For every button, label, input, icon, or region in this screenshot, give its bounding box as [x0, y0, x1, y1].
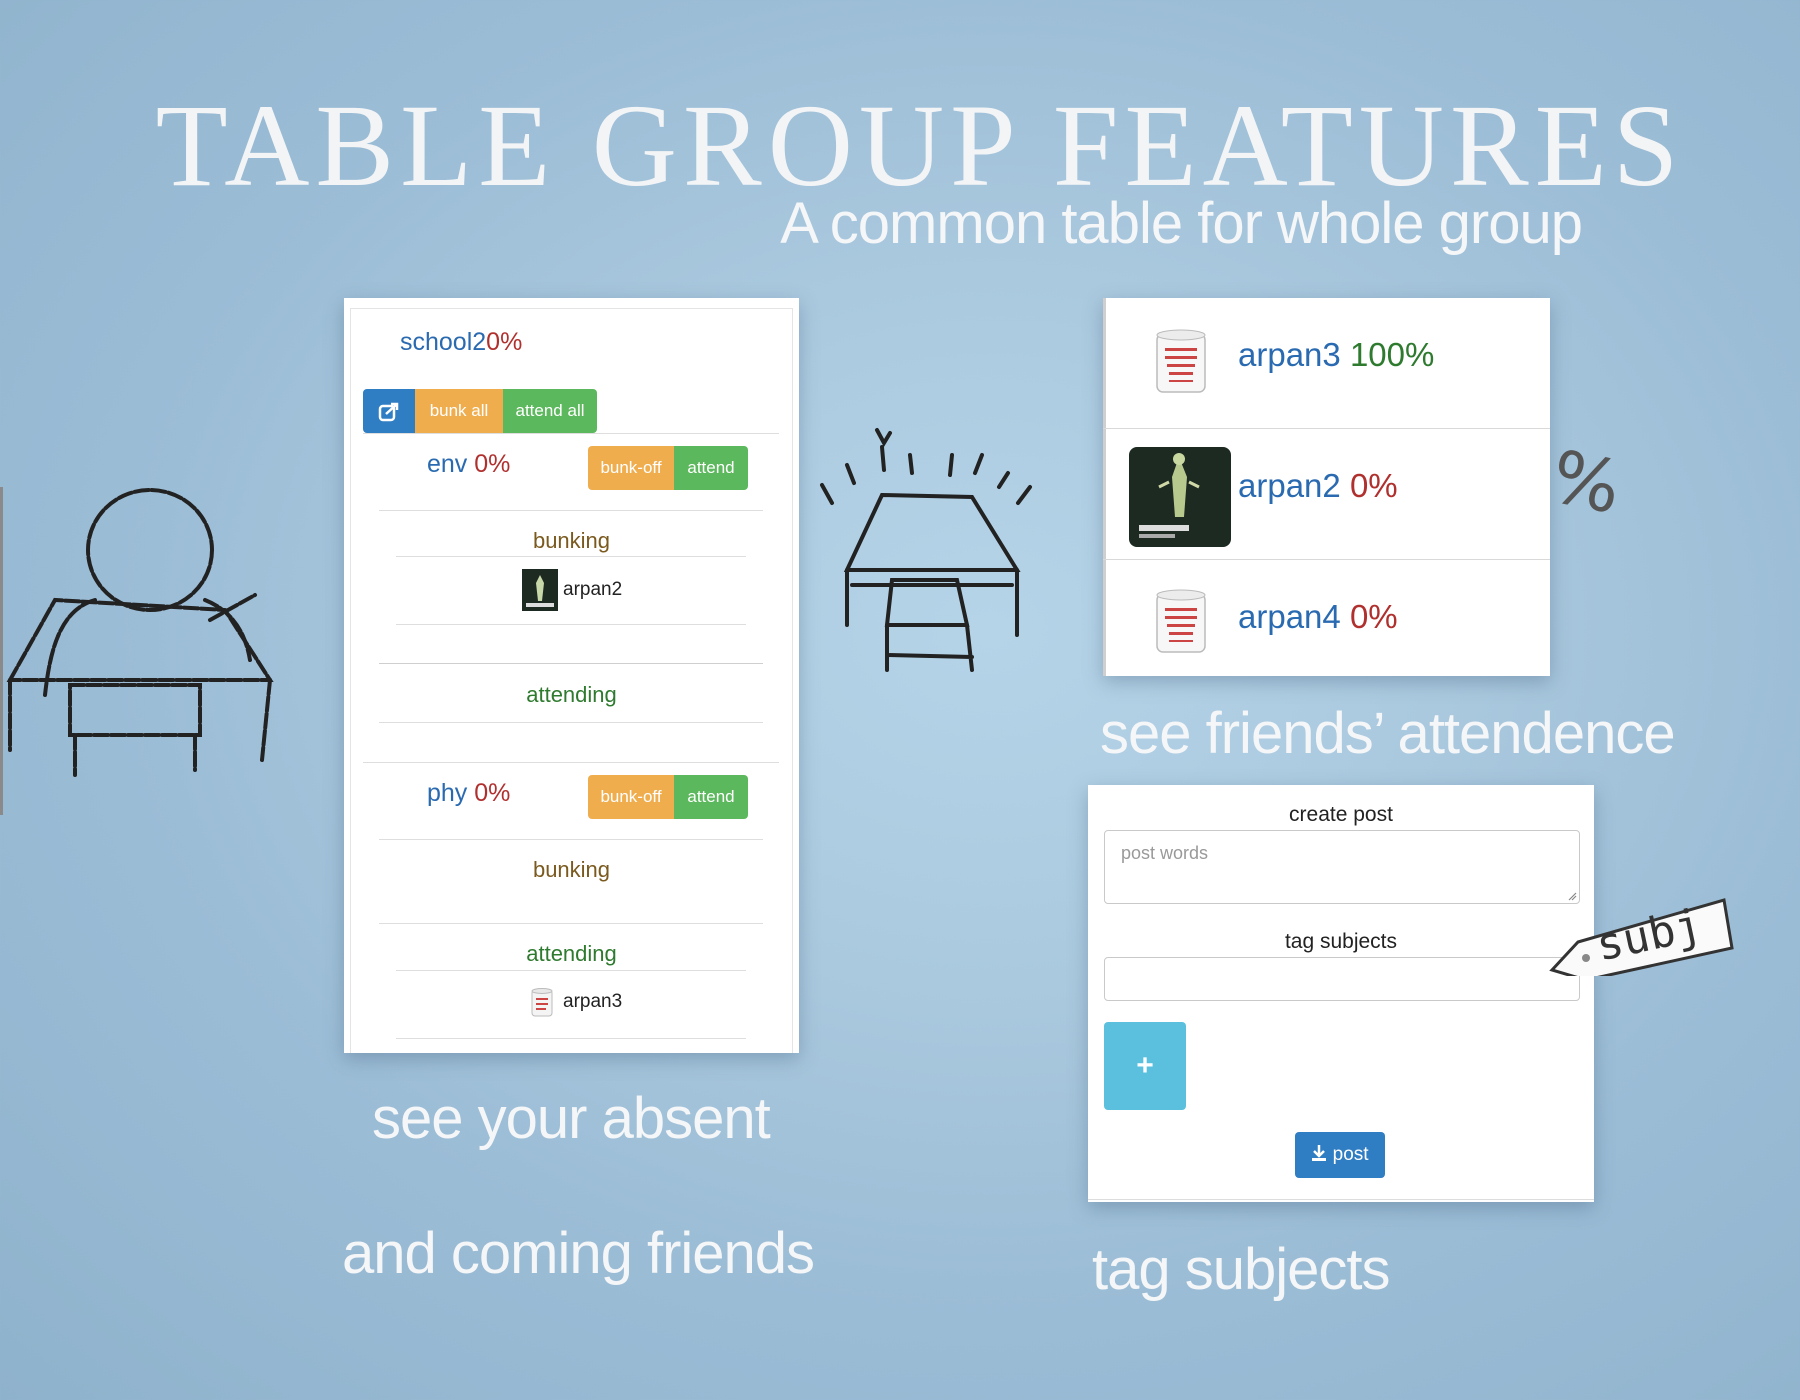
- group-name: school2: [400, 328, 487, 356]
- group-percent: 0%: [486, 328, 523, 356]
- attending-user-phy: arpan3: [563, 991, 623, 1012]
- friends-attendance-card: arpan3 100% arpan2 0% arpan4 0%: [1103, 298, 1550, 676]
- mug-avatar-icon: [1156, 329, 1206, 393]
- caption-tag: tag subjects: [1092, 1237, 1391, 1302]
- game-poster-avatar-icon: [522, 569, 558, 611]
- tag-subjects-label: tag subjects: [1284, 930, 1398, 953]
- download-icon: [1312, 1145, 1327, 1161]
- bunk-off-button-phy[interactable]: bunk-off: [588, 775, 674, 819]
- friend-row[interactable]: arpan2 0%: [1103, 429, 1550, 560]
- mug-avatar-icon: [1156, 589, 1206, 653]
- share-icon: [378, 402, 399, 421]
- game-poster-avatar-icon: [1129, 447, 1231, 547]
- create-post-label: create post: [1289, 803, 1393, 826]
- divider: [1088, 1199, 1594, 1200]
- divider: [379, 923, 763, 924]
- share-button[interactable]: [363, 389, 415, 433]
- subject-percent: 0%: [474, 450, 511, 478]
- divider: [379, 663, 763, 664]
- divider: [396, 970, 746, 971]
- bunking-label-env: bunking: [532, 528, 611, 553]
- attendance-card: school20% bunk all attend all env 0% bun…: [344, 298, 799, 1053]
- attend-button-env[interactable]: attend: [674, 446, 748, 490]
- caption-friends: see friends’ attendence: [1100, 701, 1676, 766]
- attend-button-phy[interactable]: attend: [674, 775, 748, 819]
- caption-absent-line2: and coming friends: [342, 1221, 815, 1286]
- mug-avatar-icon: [531, 988, 553, 1017]
- divider: [396, 624, 746, 625]
- divider: [363, 762, 779, 763]
- friend-label: arpan2 0%: [1238, 467, 1398, 505]
- subject-header-env: env 0%: [427, 450, 510, 479]
- student-at-desk-sketch-icon: [6, 488, 274, 777]
- bunking-user-env: arpan2: [563, 579, 623, 600]
- tag-subjects-input[interactable]: [1104, 957, 1580, 1001]
- percent-sketch: %: [1544, 433, 1629, 531]
- divider: [363, 433, 779, 434]
- friend-row[interactable]: arpan4 0%: [1103, 560, 1550, 676]
- friend-percent: 0%: [1349, 467, 1398, 504]
- group-header: school20%: [400, 328, 522, 357]
- post-button-label: post: [1332, 1144, 1369, 1165]
- subject-name: phy: [427, 779, 468, 807]
- bunk-all-button[interactable]: bunk all: [415, 389, 503, 433]
- subject-percent: 0%: [474, 779, 511, 807]
- post-words-placeholder: post words: [1121, 843, 1209, 863]
- friend-percent: 0%: [1349, 598, 1398, 635]
- friend-name: arpan2: [1238, 467, 1341, 504]
- friend-label: arpan4 0%: [1238, 598, 1398, 636]
- empty-desk-sketch-icon: [820, 428, 1032, 672]
- divider: [396, 1038, 746, 1039]
- post-words-textarea[interactable]: post words: [1104, 830, 1580, 904]
- friend-label: arpan3 100%: [1238, 336, 1434, 374]
- divider: [396, 556, 746, 557]
- attending-label-phy: attending: [526, 941, 617, 966]
- friend-percent: 100%: [1349, 336, 1435, 373]
- divider: [379, 510, 763, 511]
- create-post-card: create post post words tag subjects + po…: [1088, 785, 1594, 1202]
- friend-name: arpan3: [1238, 336, 1341, 373]
- attending-label-env: attending: [526, 682, 617, 707]
- divider: [379, 722, 763, 723]
- subject-name: env: [427, 450, 468, 478]
- caption-absent-line1: see your absent: [372, 1086, 771, 1151]
- subject-header-phy: phy 0%: [427, 779, 510, 808]
- friend-name: arpan4: [1238, 598, 1341, 635]
- friend-row[interactable]: arpan3 100%: [1103, 298, 1550, 429]
- bunking-label-phy: bunking: [532, 857, 611, 882]
- attend-all-button[interactable]: attend all: [503, 389, 597, 433]
- tag-sketch-icon: subj: [1546, 888, 1736, 976]
- divider: [379, 839, 763, 840]
- post-button[interactable]: post: [1295, 1132, 1385, 1178]
- bunk-off-button-env[interactable]: bunk-off: [588, 446, 674, 490]
- left-edge-line: [0, 487, 3, 815]
- page-subtitle: A common table for whole group: [780, 191, 1583, 256]
- add-tag-button[interactable]: +: [1104, 1022, 1186, 1110]
